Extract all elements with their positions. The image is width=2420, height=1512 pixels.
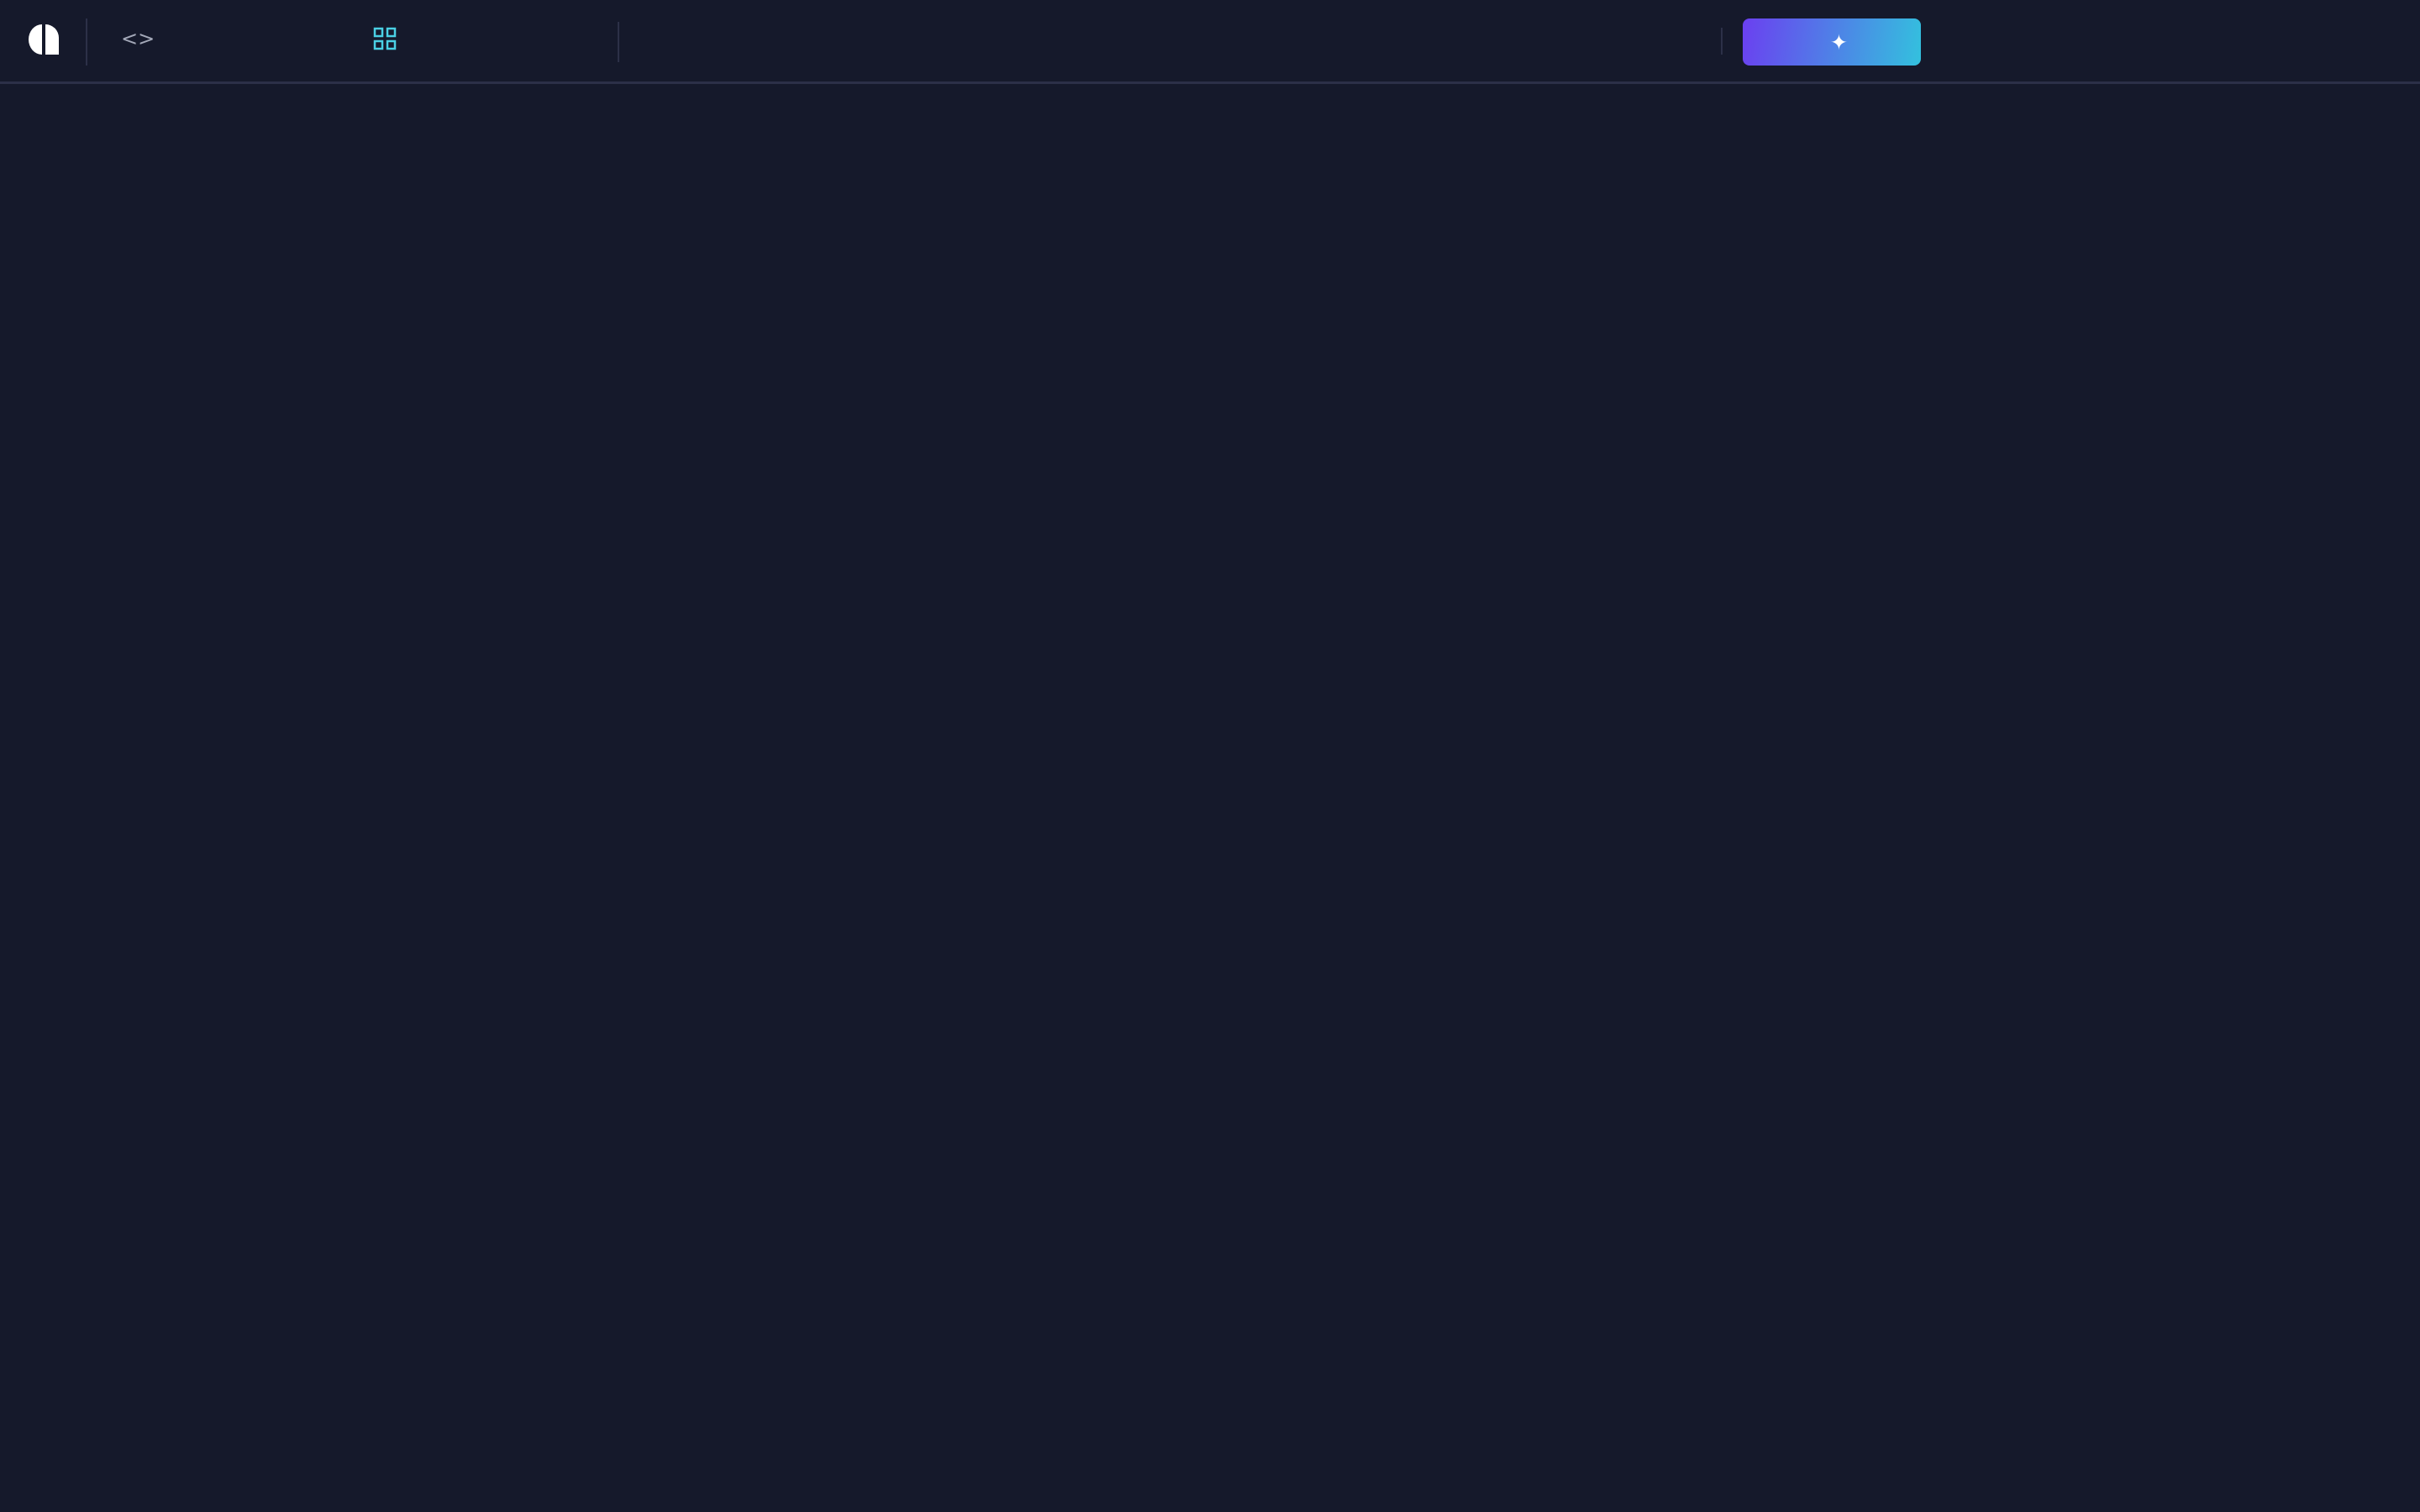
code-icon: <> bbox=[121, 27, 155, 50]
ask-jovu-button[interactable]: ✦ bbox=[1743, 18, 1921, 66]
sparkle-icon: ✦ bbox=[1830, 29, 1849, 55]
amplication-logo[interactable] bbox=[29, 24, 59, 55]
nav-platform-console[interactable] bbox=[373, 27, 410, 55]
grid-icon bbox=[373, 27, 397, 55]
top-bar: <> ✦ bbox=[0, 0, 2420, 84]
nav-service-catalog[interactable]: <> bbox=[121, 27, 168, 50]
